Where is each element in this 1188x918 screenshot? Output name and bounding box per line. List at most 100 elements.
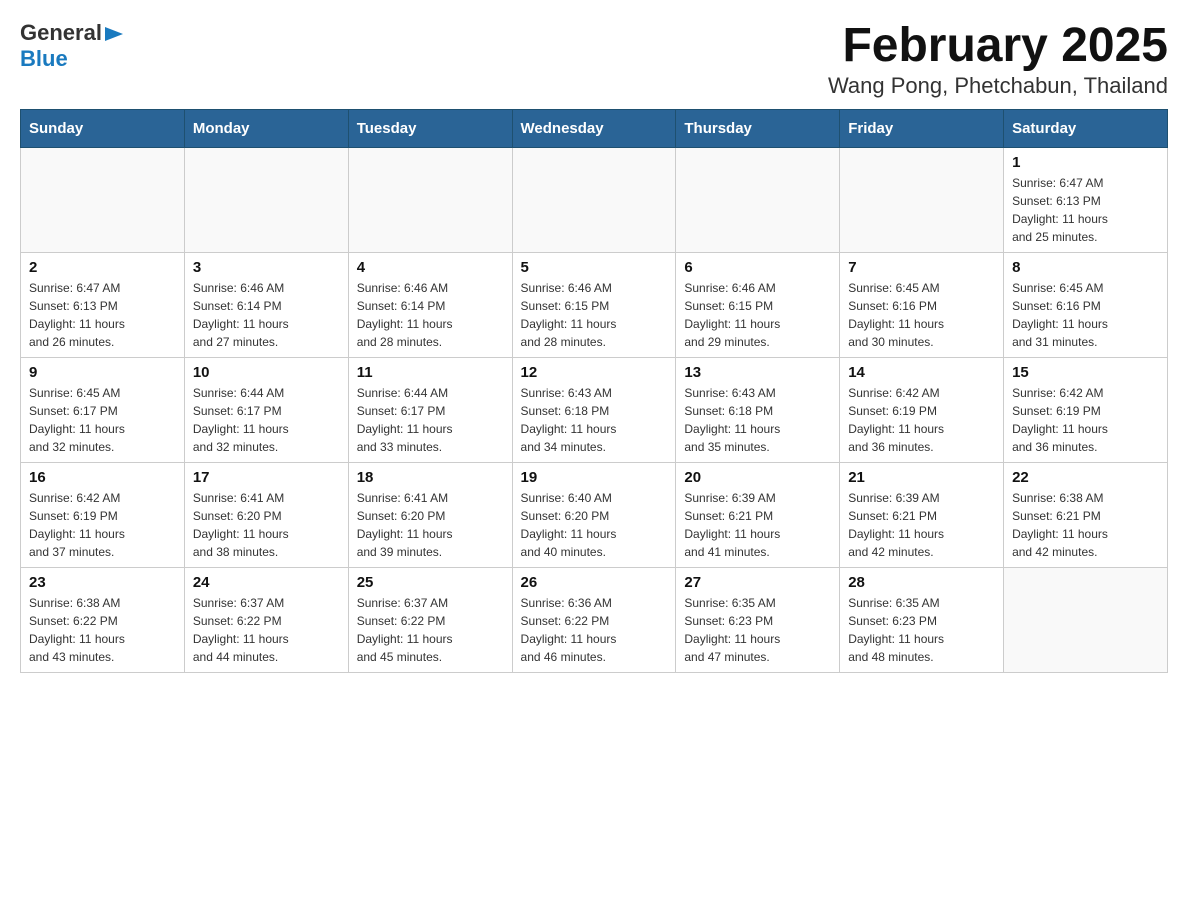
calendar-day-cell: 7Sunrise: 6:45 AM Sunset: 6:16 PM Daylig… (840, 252, 1004, 357)
day-info: Sunrise: 6:39 AM Sunset: 6:21 PM Dayligh… (684, 489, 831, 561)
calendar-day-cell: 13 Sunrise: 6:43 AM Sunset: 6:18 PM Dayli… (676, 357, 840, 462)
calendar-day-cell: 25 Sunrise: 6:37 AM Sunset: 6:22 PM Dayli… (348, 567, 512, 672)
calendar-day-cell: 4 Sunrise: 6:46 AM Sunset: 6:14 PM Daylig… (348, 252, 512, 357)
day-info: Sunrise: 6:40 AM Sunset: 6:20 PM Dayligh… (521, 489, 668, 561)
calendar-day-cell: 6 Sunrise: 6:46 AM Sunset: 6:15 PM Daylig… (676, 252, 840, 357)
day-info: Sunrise: 6:42 AM Sunset: 6:19 PM Dayligh… (1012, 384, 1159, 456)
calendar-day-cell: 10 Sunrise: 6:44 AM Sunset: 6:17 PM Dayli… (184, 357, 348, 462)
day-number: 28 (848, 574, 995, 591)
day-number: 21 (848, 469, 995, 486)
day-number: 10 (193, 364, 340, 381)
calendar-day-cell (184, 147, 348, 252)
calendar-day-cell: 3Sunrise: 6:46 AM Sunset: 6:14 PM Daylig… (184, 252, 348, 357)
day-number: 11 (357, 364, 504, 381)
calendar-day-cell (840, 147, 1004, 252)
calendar-day-cell: 27 Sunrise: 6:35 AM Sunset: 6:23 PM Dayli… (676, 567, 840, 672)
calendar-day-cell (676, 147, 840, 252)
calendar-week-row: 16 Sunrise: 6:42 AM Sunset: 6:19 PM Dayli… (21, 462, 1168, 567)
calendar-day-cell: 2 Sunrise: 6:47 AM Sunset: 6:13 PM Daylig… (21, 252, 185, 357)
calendar-day-cell: 26Sunrise: 6:36 AM Sunset: 6:22 PM Dayli… (512, 567, 676, 672)
day-number: 15 (1012, 364, 1159, 381)
calendar-day-cell: 5Sunrise: 6:46 AM Sunset: 6:15 PM Daylig… (512, 252, 676, 357)
day-info: Sunrise: 6:35 AM Sunset: 6:23 PM Dayligh… (848, 594, 995, 666)
day-number: 13 (684, 364, 831, 381)
day-info: Sunrise: 6:43 AM Sunset: 6:18 PM Dayligh… (521, 384, 668, 456)
day-number: 12 (521, 364, 668, 381)
day-info: Sunrise: 6:42 AM Sunset: 6:19 PM Dayligh… (29, 489, 176, 561)
logo: General Blue (20, 20, 125, 72)
day-info: Sunrise: 6:37 AM Sunset: 6:22 PM Dayligh… (357, 594, 504, 666)
calendar-day-cell: 9 Sunrise: 6:45 AM Sunset: 6:17 PM Daylig… (21, 357, 185, 462)
calendar-header-cell: Tuesday (348, 109, 512, 147)
calendar-day-cell: 15 Sunrise: 6:42 AM Sunset: 6:19 PM Dayli… (1004, 357, 1168, 462)
day-number: 25 (357, 574, 504, 591)
day-number: 14 (848, 364, 995, 381)
day-info: Sunrise: 6:46 AM Sunset: 6:14 PM Dayligh… (357, 279, 504, 351)
calendar-day-cell: 12 Sunrise: 6:43 AM Sunset: 6:18 PM Dayli… (512, 357, 676, 462)
day-number: 9 (29, 364, 176, 381)
calendar-header-cell: Monday (184, 109, 348, 147)
page-title: February 2025 (828, 20, 1168, 73)
day-number: 20 (684, 469, 831, 486)
calendar-day-cell: 14 Sunrise: 6:42 AM Sunset: 6:19 PM Dayli… (840, 357, 1004, 462)
calendar-header-cell: Wednesday (512, 109, 676, 147)
day-number: 24 (193, 574, 340, 591)
calendar-header-cell: Friday (840, 109, 1004, 147)
day-info: Sunrise: 6:41 AM Sunset: 6:20 PM Dayligh… (357, 489, 504, 561)
day-number: 2 (29, 259, 176, 276)
day-number: 6 (684, 259, 831, 276)
day-number: 26 (521, 574, 668, 591)
page-header: General Blue February 2025 Wang Pong, Ph… (20, 20, 1168, 99)
calendar-week-row: 2 Sunrise: 6:47 AM Sunset: 6:13 PM Daylig… (21, 252, 1168, 357)
day-number: 3 (193, 259, 340, 276)
day-info: Sunrise: 6:44 AM Sunset: 6:17 PM Dayligh… (193, 384, 340, 456)
calendar-header-cell: Saturday (1004, 109, 1168, 147)
calendar-day-cell: 18 Sunrise: 6:41 AM Sunset: 6:20 PM Dayli… (348, 462, 512, 567)
page-subtitle: Wang Pong, Phetchabun, Thailand (828, 73, 1168, 99)
day-number: 1 (1012, 154, 1159, 171)
calendar-day-cell: 19 Sunrise: 6:40 AM Sunset: 6:20 PM Dayli… (512, 462, 676, 567)
day-info: Sunrise: 6:43 AM Sunset: 6:18 PM Dayligh… (684, 384, 831, 456)
calendar-table: SundayMondayTuesdayWednesdayThursdayFrid… (20, 109, 1168, 673)
day-info: Sunrise: 6:47 AM Sunset: 6:13 PM Dayligh… (29, 279, 176, 351)
calendar-day-cell: 20 Sunrise: 6:39 AM Sunset: 6:21 PM Dayli… (676, 462, 840, 567)
day-info: Sunrise: 6:38 AM Sunset: 6:21 PM Dayligh… (1012, 489, 1159, 561)
calendar-day-cell: 17 Sunrise: 6:41 AM Sunset: 6:20 PM Dayli… (184, 462, 348, 567)
day-number: 17 (193, 469, 340, 486)
day-info: Sunrise: 6:37 AM Sunset: 6:22 PM Dayligh… (193, 594, 340, 666)
calendar-day-cell (1004, 567, 1168, 672)
day-number: 23 (29, 574, 176, 591)
logo-arrow-icon (103, 23, 125, 45)
calendar-day-cell: 21Sunrise: 6:39 AM Sunset: 6:21 PM Dayli… (840, 462, 1004, 567)
calendar-day-cell: 22 Sunrise: 6:38 AM Sunset: 6:21 PM Dayli… (1004, 462, 1168, 567)
day-info: Sunrise: 6:38 AM Sunset: 6:22 PM Dayligh… (29, 594, 176, 666)
calendar-day-cell: 23 Sunrise: 6:38 AM Sunset: 6:22 PM Dayli… (21, 567, 185, 672)
calendar-day-cell: 8Sunrise: 6:45 AM Sunset: 6:16 PM Daylig… (1004, 252, 1168, 357)
day-number: 19 (521, 469, 668, 486)
day-info: Sunrise: 6:45 AM Sunset: 6:17 PM Dayligh… (29, 384, 176, 456)
day-info: Sunrise: 6:45 AM Sunset: 6:16 PM Dayligh… (848, 279, 995, 351)
day-info: Sunrise: 6:46 AM Sunset: 6:15 PM Dayligh… (521, 279, 668, 351)
logo-general-text: General (20, 20, 102, 46)
calendar-header-cell: Sunday (21, 109, 185, 147)
calendar-header-row: SundayMondayTuesdayWednesdayThursdayFrid… (21, 109, 1168, 147)
day-number: 8 (1012, 259, 1159, 276)
calendar-day-cell (21, 147, 185, 252)
day-number: 18 (357, 469, 504, 486)
day-info: Sunrise: 6:42 AM Sunset: 6:19 PM Dayligh… (848, 384, 995, 456)
calendar-week-row: 1Sunrise: 6:47 AM Sunset: 6:13 PM Daylig… (21, 147, 1168, 252)
day-info: Sunrise: 6:35 AM Sunset: 6:23 PM Dayligh… (684, 594, 831, 666)
day-number: 4 (357, 259, 504, 276)
day-number: 22 (1012, 469, 1159, 486)
title-area: February 2025 Wang Pong, Phetchabun, Tha… (828, 20, 1168, 99)
logo-blue-text: Blue (20, 46, 68, 71)
calendar-day-cell: 11 Sunrise: 6:44 AM Sunset: 6:17 PM Dayli… (348, 357, 512, 462)
day-number: 27 (684, 574, 831, 591)
calendar-week-row: 23 Sunrise: 6:38 AM Sunset: 6:22 PM Dayli… (21, 567, 1168, 672)
calendar-day-cell: 1Sunrise: 6:47 AM Sunset: 6:13 PM Daylig… (1004, 147, 1168, 252)
day-info: Sunrise: 6:44 AM Sunset: 6:17 PM Dayligh… (357, 384, 504, 456)
calendar-day-cell (348, 147, 512, 252)
day-info: Sunrise: 6:46 AM Sunset: 6:15 PM Dayligh… (684, 279, 831, 351)
day-info: Sunrise: 6:41 AM Sunset: 6:20 PM Dayligh… (193, 489, 340, 561)
day-number: 16 (29, 469, 176, 486)
